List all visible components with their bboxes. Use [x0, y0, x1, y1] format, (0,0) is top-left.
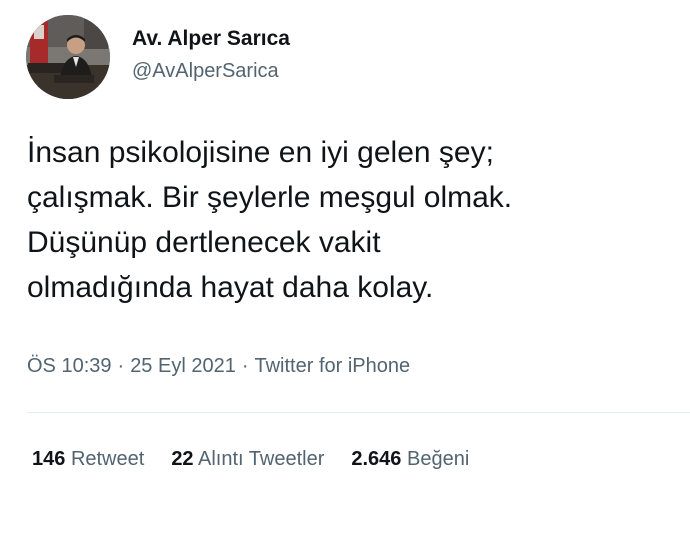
likes-count: 2.646 — [351, 448, 402, 470]
meta-separator: · — [241, 355, 249, 377]
tweet-date[interactable]: 25 Eyl 2021 — [130, 355, 236, 378]
divider — [27, 412, 690, 413]
tweet-source[interactable]: Twitter for iPhone — [255, 355, 411, 378]
tweet-text: İnsan psikolojisine en iyi gelen şey; ça… — [27, 136, 513, 304]
retweets-stat[interactable]: 146 Retweet — [32, 448, 144, 471]
tweet-card: Av. Alper Sarıca @AvAlperSarica İnsan ps… — [0, 0, 690, 546]
author-block: Av. Alper Sarıca @AvAlperSarica — [132, 26, 290, 84]
author-handle[interactable]: @AvAlperSarica — [132, 58, 290, 84]
tweet-time[interactable]: ÖS 10:39 — [27, 355, 112, 378]
quote-tweets-count: 22 — [171, 448, 194, 470]
avatar-photo — [26, 15, 110, 99]
author-display-name[interactable]: Av. Alper Sarıca — [132, 26, 290, 52]
retweets-label: Retweet — [70, 448, 145, 470]
likes-stat[interactable]: 2.646 Beğeni — [351, 448, 469, 471]
likes-label: Beğeni — [407, 448, 470, 470]
avatar[interactable] — [26, 15, 110, 99]
meta-separator: · — [117, 355, 125, 377]
retweets-count: 146 — [32, 448, 66, 470]
quote-tweets-label: Alıntı Tweetler — [198, 448, 325, 470]
tweet-meta: ÖS 10:39 · 25 Eyl 2021 · Twitter for iPhone — [27, 355, 410, 378]
tweet-stats: 146 Retweet 22 Alıntı Tweetler 2.646 Beğen… — [32, 448, 496, 471]
quote-tweets-stat[interactable]: 22 Alıntı Tweetler — [171, 448, 324, 471]
